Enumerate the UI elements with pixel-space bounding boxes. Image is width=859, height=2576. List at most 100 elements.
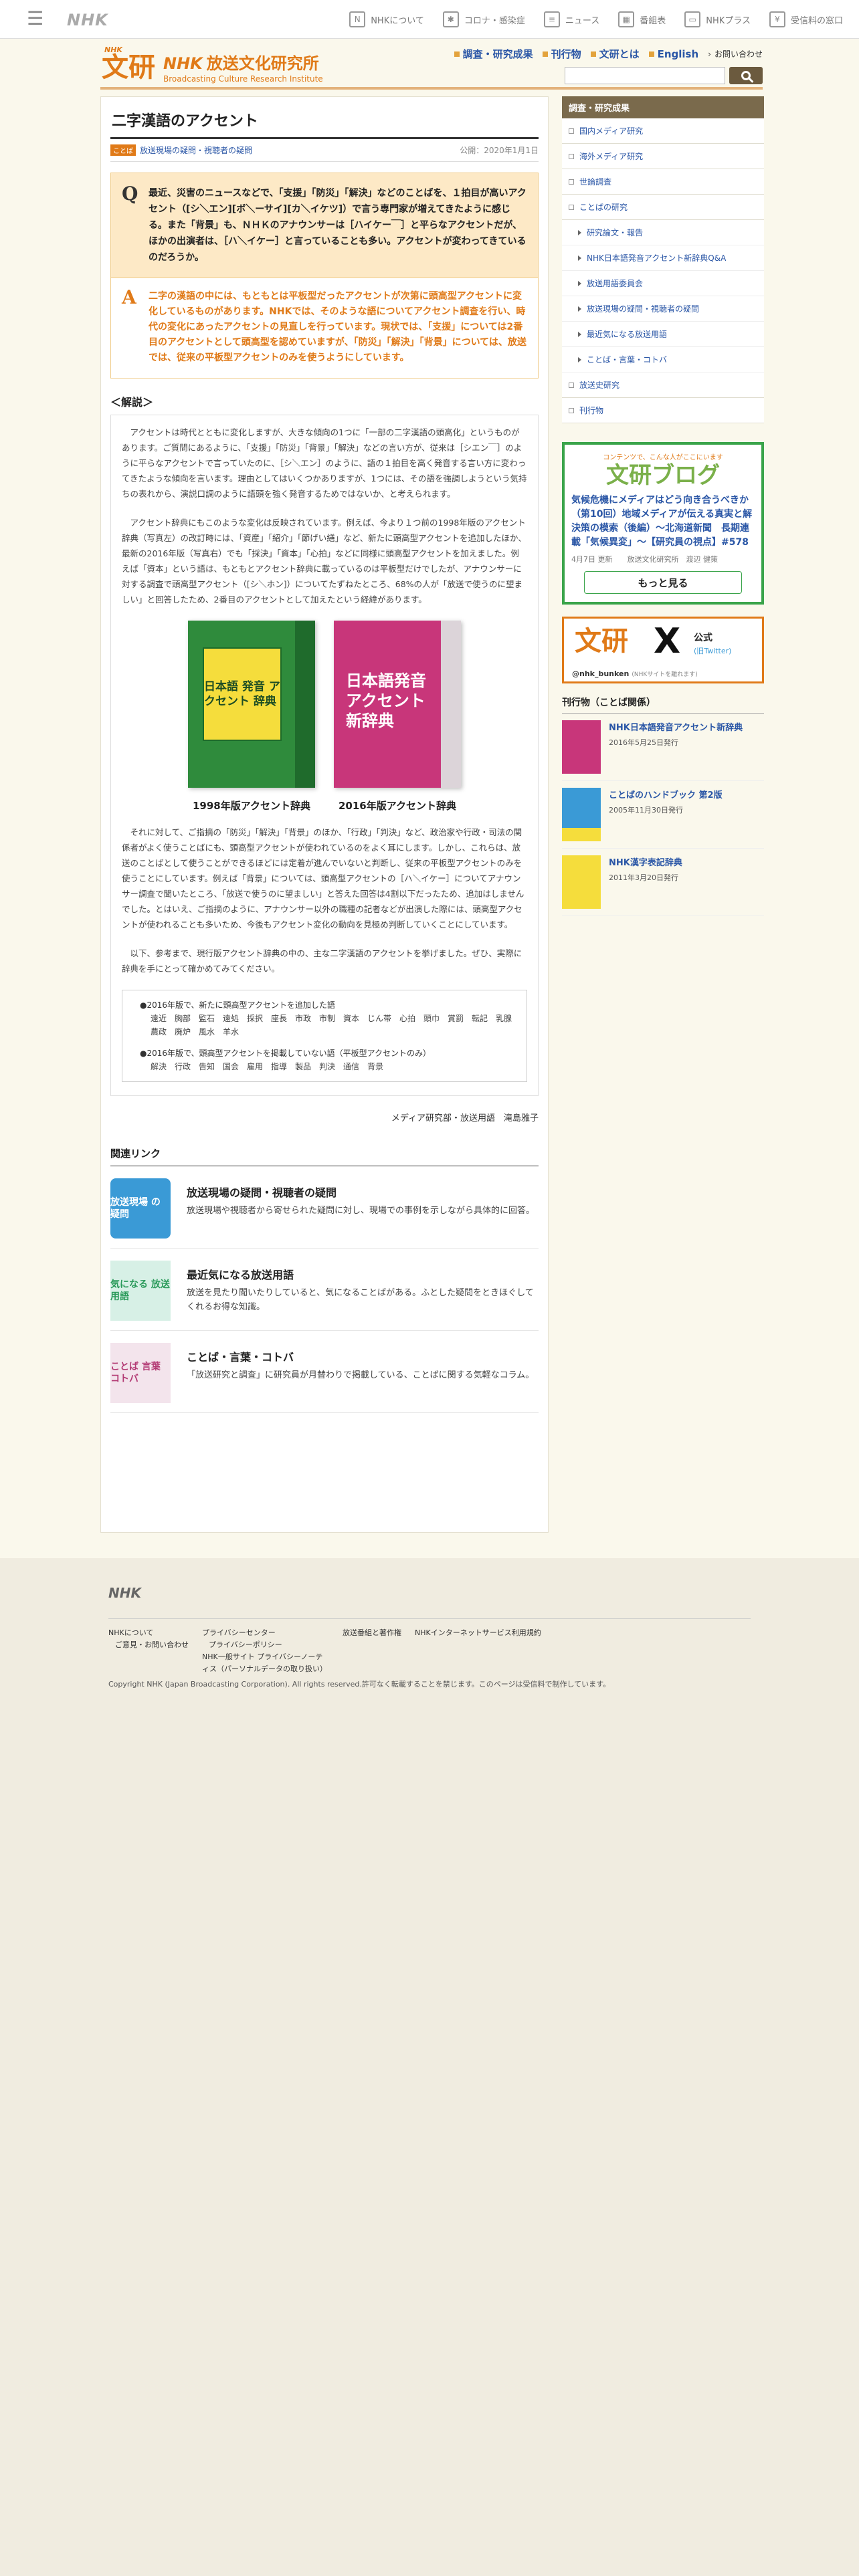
bunken-logo-small: 文研 (575, 626, 628, 657)
square-bullet-icon (590, 51, 596, 57)
related-link[interactable]: 気になる 放送 用語 最近気になる放送用語 放送を見たり聞いたりしていると、気に… (110, 1261, 539, 1331)
x-logo-icon: X (654, 621, 681, 661)
nav-label: 文研とは (599, 48, 640, 60)
sidebar-subitem[interactable]: 放送現場の疑問・視聴者の疑問 (562, 296, 764, 322)
x-old-twitter-label: (旧Twitter) (694, 647, 732, 655)
nav-contact[interactable]: › お問い合わせ (708, 48, 763, 60)
sidebar-heading: 調査・研究成果 (562, 96, 764, 118)
related-thumbnail: 気になる 放送 用語 (110, 1261, 171, 1321)
example-words: 遠近 胸部 監石 遠処 採択 座長 市政 市制 資本 じん帯 心拍 頭巾 賞罰 … (151, 1014, 520, 1037)
blog-card: コンテンツで、こんな人がここにいます 文研ブログ 気候危機にメディアはどう向き合… (562, 442, 764, 605)
receipt-icon: ¥ (769, 11, 785, 27)
category-link[interactable]: ことば 放送現場の疑問・視聴者の疑問 (110, 144, 252, 156)
question-box: Q 最近、災害のニュースなどで、「支援」「防災」「解決」などのことばを、１拍目が… (110, 173, 539, 278)
answer-box: A 二字の漢語の中には、もともとは平板型だったアクセントが次第に頭高型アクセント… (110, 278, 539, 379)
footer-link[interactable]: プライバシーポリシー (202, 1639, 329, 1651)
sidebar-item-domestic[interactable]: 国内メディア研究 (562, 118, 764, 144)
publication-item[interactable]: ことばのハンドブック 第2版 2005年11月30日発行 (562, 781, 764, 849)
nhk-icon: N (349, 11, 366, 27)
sidebar-item-publications[interactable]: 刊行物 (562, 398, 764, 423)
nav-english[interactable]: English (648, 48, 698, 60)
triangle-right-icon (578, 280, 581, 286)
footer-nhk-logo[interactable]: NHK (108, 1585, 141, 1601)
top-link-covid[interactable]: ✱ コロナ・感染症 (442, 11, 525, 27)
chevron-right-icon: › (708, 49, 711, 59)
footer-link[interactable]: ご意見・お問い合わせ (108, 1639, 189, 1651)
sidebar-item-label: 刊行物 (579, 406, 604, 415)
sidebar: 調査・研究成果 国内メディア研究 海外メディア研究 世論調査 ことばの研究 研究… (562, 96, 764, 916)
sidebar-item-overseas[interactable]: 海外メディア研究 (562, 144, 764, 169)
search-icon (741, 71, 751, 80)
bunken-logo[interactable]: NHK 文研 NHK 放送文化研究所 Broadcasting Culture R… (102, 45, 323, 84)
footer-column: NHKについて ご意見・お問い合わせ (108, 1627, 189, 1675)
footer-link[interactable]: NHKについて (108, 1627, 189, 1639)
related-title[interactable]: ことば・言葉・コトバ (187, 1348, 534, 1364)
blog-title[interactable]: 文研ブログ (571, 461, 755, 490)
blog-post-link[interactable]: 気候危機にメディアはどう向き合うべきか（第10回）地域メディアが伝える真実と解決… (571, 494, 755, 550)
footer-link[interactable]: NHK一般サイト プライバシーノーティス（パーソナルデータの取り扱い） (202, 1651, 329, 1675)
publication-title[interactable]: NHK漢字表記辞典 (609, 857, 682, 869)
related-link[interactable]: 放送現場 の 疑問 放送現場の疑問・視聴者の疑問 放送現場や視聴者から寄せられた… (110, 1178, 539, 1249)
sidebar-subitem-label: 最近気になる放送用語 (587, 330, 668, 339)
nav-publications[interactable]: 刊行物 (542, 47, 581, 61)
sidebar-item-label: ことばの研究 (579, 203, 628, 212)
sidebar-subitem[interactable]: 最近気になる放送用語 (562, 322, 764, 347)
publication-title[interactable]: ことばのハンドブック 第2版 (609, 789, 723, 802)
nav-label: お問い合わせ (714, 49, 763, 59)
sidebar-subitem[interactable]: 研究論文・報告 (562, 220, 764, 245)
book-spine (441, 621, 461, 788)
sidebar-item-history[interactable]: 放送史研究 (562, 372, 764, 398)
top-link-fee[interactable]: ¥ 受信料の窓口 (769, 11, 843, 27)
question-text: 最近、災害のニュースなどで、「支援」「防災」「解決」などのことばを、１拍目が高い… (149, 188, 527, 263)
square-bullet-icon (569, 153, 574, 159)
explanation-heading: ＜解説＞ (110, 396, 154, 409)
top-link-about[interactable]: N NHKについて (349, 11, 424, 27)
nhk-logo[interactable]: NHK (67, 11, 108, 29)
related-link[interactable]: ことば 言葉 コトバ ことば・言葉・コトバ 「放送研究と調査」に研究員が月替わり… (110, 1343, 539, 1413)
article-card: 二字漢語のアクセント ことば 放送現場の疑問・視聴者の疑問 公開：2020年1月… (100, 96, 549, 1533)
sidebar-subitem[interactable]: ことば・言葉・コトバ (562, 347, 764, 372)
related-links-heading: 関連リンク (110, 1146, 539, 1166)
x-handle-text: @nhk_bunken (572, 669, 630, 678)
square-bullet-icon (648, 51, 654, 57)
more-button[interactable]: もっと見る (584, 571, 742, 594)
footer-column: NHKインターネットサービス利用規約 (415, 1627, 541, 1675)
top-link-news[interactable]: ≡ ニュース (543, 11, 599, 27)
site-header: NHK 文研 NHK 放送文化研究所 Broadcasting Culture R… (100, 43, 763, 90)
logo-jp-text: 放送文化研究所 (206, 54, 319, 73)
logo-nhk: NHK (163, 54, 203, 73)
sidebar-subitem-label: ことば・言葉・コトバ (587, 355, 668, 364)
example-words-box: ●2016年版で、新たに頭高型アクセントを追加した語 遠近 胸部 監石 遠処 採… (122, 990, 527, 1082)
footer-link[interactable]: 放送番組と著作権 (343, 1627, 401, 1639)
virus-icon: ✱ (442, 11, 459, 27)
search-input[interactable] (565, 67, 725, 84)
triangle-right-icon (578, 255, 581, 261)
related-thumbnail: ことば 言葉 コトバ (110, 1343, 171, 1403)
footer-link[interactable]: NHKインターネットサービス利用規約 (415, 1627, 541, 1639)
related-title[interactable]: 最近気になる放送用語 (187, 1266, 539, 1282)
related-title[interactable]: 放送現場の疑問・視聴者の疑問 (187, 1184, 535, 1200)
square-bullet-icon (454, 51, 460, 57)
publish-date: 公開：2020年1月1日 (460, 146, 539, 155)
sidebar-item-language[interactable]: ことばの研究 (562, 195, 764, 220)
x-official-card[interactable]: 文研 X 公式 (旧Twitter) @nhk_bunken (NHKサイトを離れ… (562, 617, 764, 683)
a-mark: A (122, 286, 136, 308)
search-button[interactable] (729, 67, 763, 84)
nav-about[interactable]: 文研とは (590, 47, 640, 61)
book-caption: 2016年版アクセント辞典 (339, 800, 456, 812)
publication-title[interactable]: NHK日本語発音アクセント新辞典 (609, 722, 743, 734)
top-link-nhkplus[interactable]: ▭ NHKプラス (684, 11, 751, 27)
top-link-program[interactable]: ▦ 番組表 (618, 11, 666, 27)
sidebar-item-survey[interactable]: 世論調査 (562, 169, 764, 195)
page-title: 二字漢語のアクセント (110, 106, 539, 139)
publication-item[interactable]: NHK漢字表記辞典 2011年3月20日発行 (562, 849, 764, 916)
publication-item[interactable]: NHK日本語発音アクセント新辞典 2016年5月25日発行 (562, 714, 764, 781)
hamburger-menu-icon[interactable]: ☰ (27, 9, 43, 28)
paragraph: それに対して、ご指摘の「防災」「解決」「背景」のほか、「行政」「判決」など、政治… (122, 827, 524, 930)
sidebar-subitem[interactable]: NHK日本語発音アクセント新辞典Q&A (562, 245, 764, 271)
author-byline: メディア研究部・放送用語 滝島雅子 (391, 1113, 539, 1123)
footer-link[interactable]: プライバシーセンター (202, 1627, 329, 1639)
nav-research[interactable]: 調査・研究成果 (454, 47, 533, 61)
category-label: 放送現場の疑問・視聴者の疑問 (140, 146, 253, 155)
sidebar-subitem[interactable]: 放送用語委員会 (562, 271, 764, 296)
